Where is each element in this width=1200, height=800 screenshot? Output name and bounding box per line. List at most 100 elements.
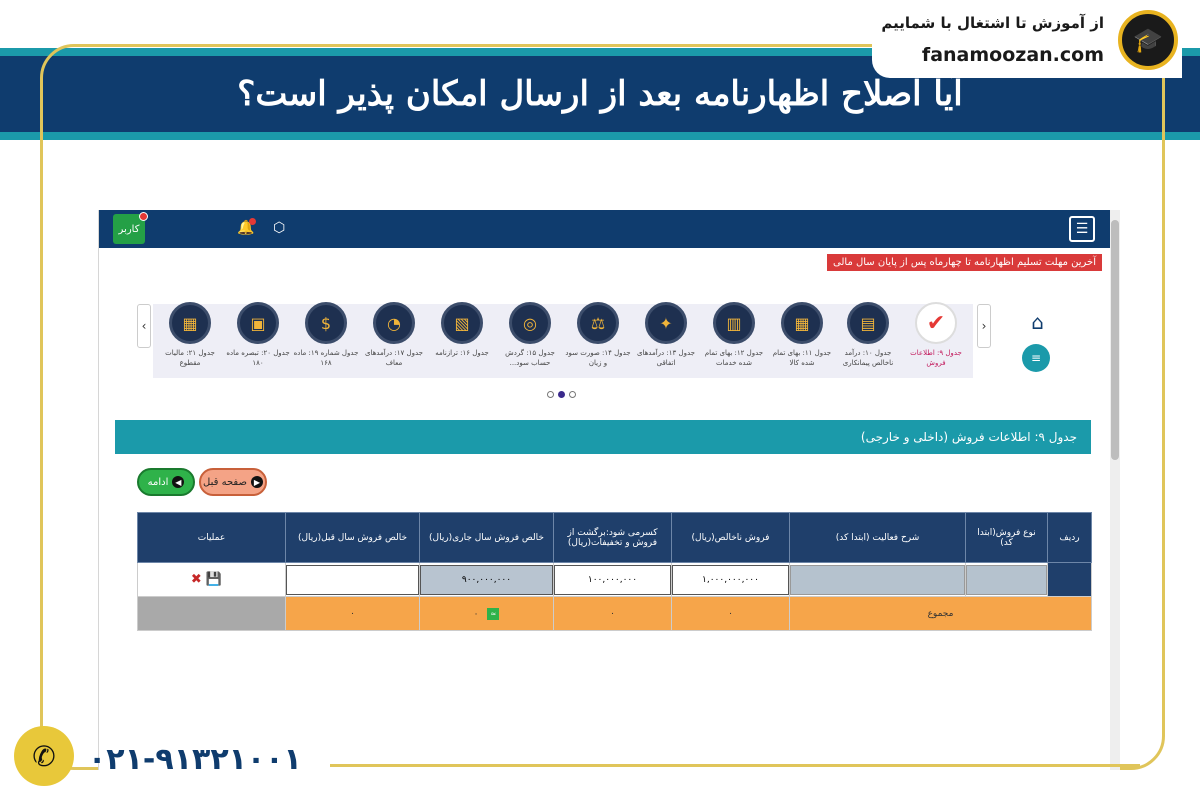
cube-icon[interactable]: ⬡ xyxy=(273,220,285,236)
table-row: ۱,۰۰۰,۰۰۰,۰۰۰ ۱۰۰,۰۰۰,۰۰۰ ۹۰۰,۰۰۰,۰۰۰ 💾 … xyxy=(137,562,1092,597)
deadline-alert: آخرین مهلت تسلیم اظهارنامه تا چهارماه پس… xyxy=(827,254,1102,271)
sum-net-current-cell: ≈ ۰ xyxy=(419,596,554,631)
icon-table-13[interactable]: ✦ جدول ۱۳: درآمدهای اتفاقی xyxy=(633,302,699,368)
returns-input[interactable]: ۱۰۰,۰۰۰,۰۰۰ xyxy=(554,564,671,595)
delete-icon[interactable]: ✖ xyxy=(191,572,202,587)
sum-net-previous: ۰ xyxy=(285,596,420,631)
next-button-label: ادامه xyxy=(147,476,169,488)
list-icon[interactable]: ≡ xyxy=(1022,344,1050,372)
arrow-left-icon: ◀ xyxy=(172,476,185,488)
document-icon: ▤ xyxy=(847,302,889,344)
sum-label-cell: مجموع xyxy=(789,596,1092,631)
menu-icon[interactable]: ☰ xyxy=(1069,216,1095,242)
carousel-dot-active[interactable] xyxy=(558,391,565,398)
sum-net-current: ۰ xyxy=(473,609,479,619)
calculator-icon: ▦ xyxy=(781,302,823,344)
row-number-cell xyxy=(1047,562,1092,597)
bell-badge xyxy=(249,218,256,225)
sale-type-cell xyxy=(965,562,1048,597)
app-header-bar: ☰ کاربر 🔔 ⬡ xyxy=(99,210,1111,248)
icon-table-15[interactable]: ◎ جدول ۱۵: گردش حساب سود... xyxy=(497,302,563,368)
logo-tagline: از آموزش تا اشتغال با شماییم xyxy=(881,14,1104,32)
net-previous-cell xyxy=(285,562,420,597)
header-net-previous: خالص فروش سال قبل(ریال) xyxy=(285,512,420,563)
icon-label: جدول ۱۰: درآمد ناخالص پیمانکاری xyxy=(842,349,894,367)
icon-label: جدول ۲۰: تبصره ماده ۱۸۰ xyxy=(226,349,290,367)
icon-label: جدول ۹: اطلاعات فروش xyxy=(910,349,962,367)
checkmark-icon: ✔ xyxy=(915,302,957,344)
scale-icon: ⚖ xyxy=(577,302,619,344)
carousel-right-arrow[interactable]: › xyxy=(977,304,991,348)
money-icon: $ xyxy=(305,302,347,344)
icon-label: جدول ۱۴: صورت سود و زیان xyxy=(565,349,631,367)
header-gross-sales: فروش ناخالص(ریال) xyxy=(671,512,790,563)
sale-type-select[interactable] xyxy=(966,564,1047,595)
icon-label: جدول ۱۵: گردش حساب سود... xyxy=(505,349,555,367)
icon-table-17[interactable]: ◔ جدول ۱۷: درآمدهای معاف xyxy=(361,302,427,368)
briefcase-icon: ▣ xyxy=(237,302,279,344)
carousel-dot[interactable] xyxy=(569,391,576,398)
sum-gross: ۰ xyxy=(671,596,790,631)
icon-table-11[interactable]: ▦ جدول ۱۱: بهای تمام شده کالا xyxy=(769,302,835,368)
icon-table-12[interactable]: ▥ جدول ۱۲: بهای تمام شده خدمات xyxy=(701,302,767,368)
scroll-thumb[interactable] xyxy=(1111,220,1119,460)
sales-table: ردیف نوع فروش(ابتدا کد) شرح فعالیت (ابتد… xyxy=(137,512,1092,631)
header-sale-type: نوع فروش(ابتدا کد) xyxy=(965,512,1048,563)
icon-label: جدول ۲۱: مالیات مقطوع xyxy=(165,349,215,367)
icon-table-20[interactable]: ▣ جدول ۲۰: تبصره ماده ۱۸۰ xyxy=(225,302,291,368)
header-activity-desc: شرح فعالیت (ابتدا کد) xyxy=(789,512,966,563)
mini-green-icon[interactable]: ≈ xyxy=(487,607,500,620)
activity-select[interactable] xyxy=(790,564,965,595)
logo-name: fanamoozan.com xyxy=(921,44,1104,66)
header-returns: کسرمی شود:برگشت از فروش و تخفیفات(ریال) xyxy=(553,512,672,563)
carousel-dots xyxy=(547,391,576,398)
net-current-cell: ۹۰۰,۰۰۰,۰۰۰ xyxy=(419,562,554,597)
icon-table-19[interactable]: $ جدول شماره ۱۹: ماده ۱۶۸ xyxy=(293,302,359,368)
graduation-cap-logo-icon: 🎓 xyxy=(1118,10,1178,70)
arrow-right-icon: ▶ xyxy=(250,476,263,488)
sum-operations-cell xyxy=(137,596,286,631)
gold-line-bottom xyxy=(330,764,1140,767)
phone-number: ۰۲۱-۹۱۳۲۱۰۰۱ xyxy=(88,742,302,777)
previous-button-label: صفحه قبل xyxy=(203,476,247,488)
returns-cell: ۱۰۰,۰۰۰,۰۰۰ xyxy=(553,562,672,597)
calendar-icon: ▦ xyxy=(169,302,211,344)
carousel-dot[interactable] xyxy=(547,391,554,398)
banner-headline: آیا اصلاح اظهارنامه بعد از ارسال امکان پ… xyxy=(237,74,963,114)
ledger-icon: ▧ xyxy=(441,302,483,344)
save-icon[interactable]: 💾 xyxy=(206,572,222,587)
icon-label: جدول ۱۷: درآمدهای معاف xyxy=(365,349,423,367)
icon-label: جدول شماره ۱۹: ماده ۱۶۸ xyxy=(293,349,359,367)
next-button[interactable]: ادامه ◀ xyxy=(137,468,195,496)
net-previous-input[interactable] xyxy=(286,564,419,595)
activity-cell xyxy=(789,562,966,597)
icon-label: جدول ۱۶: ترازنامه xyxy=(435,349,489,357)
user-notification-dot xyxy=(139,212,148,221)
phone-icon: ✆ xyxy=(14,726,74,786)
icon-table-16[interactable]: ▧ جدول ۱۶: ترازنامه xyxy=(429,302,495,358)
chart-icon: ◔ xyxy=(373,302,415,344)
header-operations: عملیات xyxy=(137,512,286,563)
previous-page-button[interactable]: صفحه قبل ▶ xyxy=(199,468,267,496)
home-icon[interactable]: ⌂ xyxy=(1031,310,1044,334)
icon-table-10[interactable]: ▤ جدول ۱۰: درآمد ناخالص پیمانکاری xyxy=(835,302,901,368)
sum-row: مجموع ۰ ۰ ≈ ۰ ۰ xyxy=(137,596,1092,631)
app-screenshot: ☰ کاربر 🔔 ⬡ آخرین مهلت تسلیم اظهارنامه ت… xyxy=(98,210,1120,770)
header-row-number: ردیف xyxy=(1047,512,1092,563)
building-icon: ▥ xyxy=(713,302,755,344)
section-title-bar: جدول ۹: اطلاعات فروش (داخلی و خارجی) xyxy=(115,420,1091,454)
table-header-row: ردیف نوع فروش(ابتدا کد) شرح فعالیت (ابتد… xyxy=(137,512,1092,563)
icon-table-9[interactable]: ✔ جدول ۹: اطلاعات فروش xyxy=(903,302,969,368)
operations-cell: 💾 ✖ xyxy=(137,562,286,597)
gross-sales-input[interactable]: ۱,۰۰۰,۰۰۰,۰۰۰ xyxy=(672,564,789,595)
icon-table-14[interactable]: ⚖ جدول ۱۴: صورت سود و زیان xyxy=(565,302,631,368)
net-current-field: ۹۰۰,۰۰۰,۰۰۰ xyxy=(420,564,553,595)
scrollbar[interactable] xyxy=(1110,210,1120,770)
coins-icon: ◎ xyxy=(509,302,551,344)
bulb-icon: ✦ xyxy=(645,302,687,344)
carousel-left-arrow[interactable]: ‹ xyxy=(137,304,151,348)
icon-label: جدول ۱۱: بهای تمام شده کالا xyxy=(772,349,832,367)
icon-label: جدول ۱۳: درآمدهای اتفاقی xyxy=(637,349,695,367)
icon-table-21[interactable]: ▦ جدول ۲۱: مالیات مقطوع xyxy=(157,302,223,368)
icon-label: جدول ۱۲: بهای تمام شده خدمات xyxy=(704,349,764,367)
